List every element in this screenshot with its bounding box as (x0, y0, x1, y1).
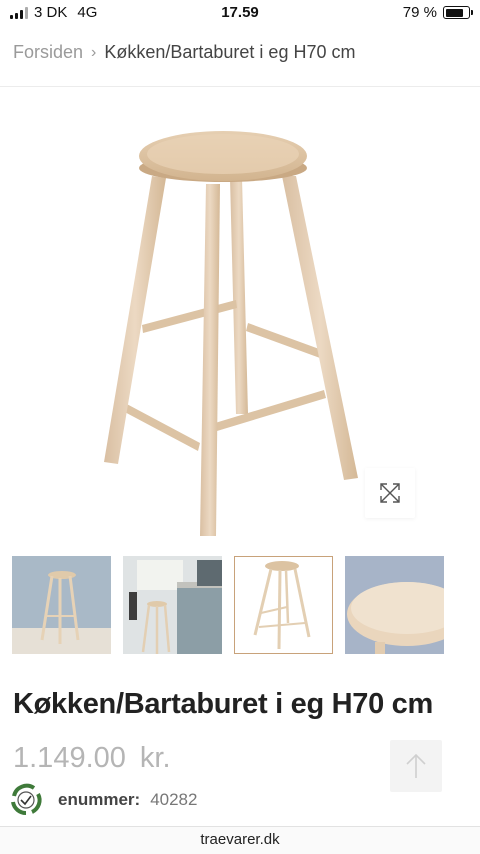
url-text: traevarer.dk (200, 831, 280, 848)
product-price: 1.149.00 kr. (13, 742, 171, 775)
thumbnail-stool-white[interactable] (234, 556, 333, 654)
thumbnail-stool-blue-wall[interactable] (12, 556, 111, 654)
sku-row: enummer: 40282 (8, 782, 197, 818)
breadcrumb: Forsiden › Køkken/Bartaburet i eg H70 cm (13, 42, 355, 63)
divider (0, 86, 480, 87)
battery-icon (443, 6, 473, 19)
sku-value: 40282 (150, 790, 198, 809)
chevron-right-icon: › (91, 43, 97, 61)
thumbnail-stool-kitchen[interactable] (123, 556, 222, 654)
trust-badge-icon[interactable] (8, 782, 44, 818)
thumbnail-strip (12, 556, 480, 654)
product-main-image[interactable] (90, 118, 390, 548)
price-amount: 1.149.00 (13, 742, 126, 774)
status-bar: 3 DK 4G 17.59 79 % (0, 0, 480, 28)
battery-percent: 79 % (402, 4, 437, 21)
breadcrumb-home-link[interactable]: Forsiden (13, 42, 83, 63)
zoom-button[interactable] (365, 468, 415, 518)
browser-url-bar[interactable]: traevarer.dk (0, 826, 480, 854)
arrow-up-icon (406, 753, 426, 778)
sku-label: enummer: (58, 790, 141, 809)
scroll-to-top-button[interactable] (390, 740, 442, 792)
product-title: Køkken/Bartaburet i eg H70 cm (13, 688, 433, 720)
thumbnail-seat-closeup[interactable] (345, 556, 444, 654)
expand-icon (380, 483, 400, 503)
breadcrumb-current: Køkken/Bartaburet i eg H70 cm (104, 42, 356, 62)
price-currency: kr. (139, 742, 171, 774)
